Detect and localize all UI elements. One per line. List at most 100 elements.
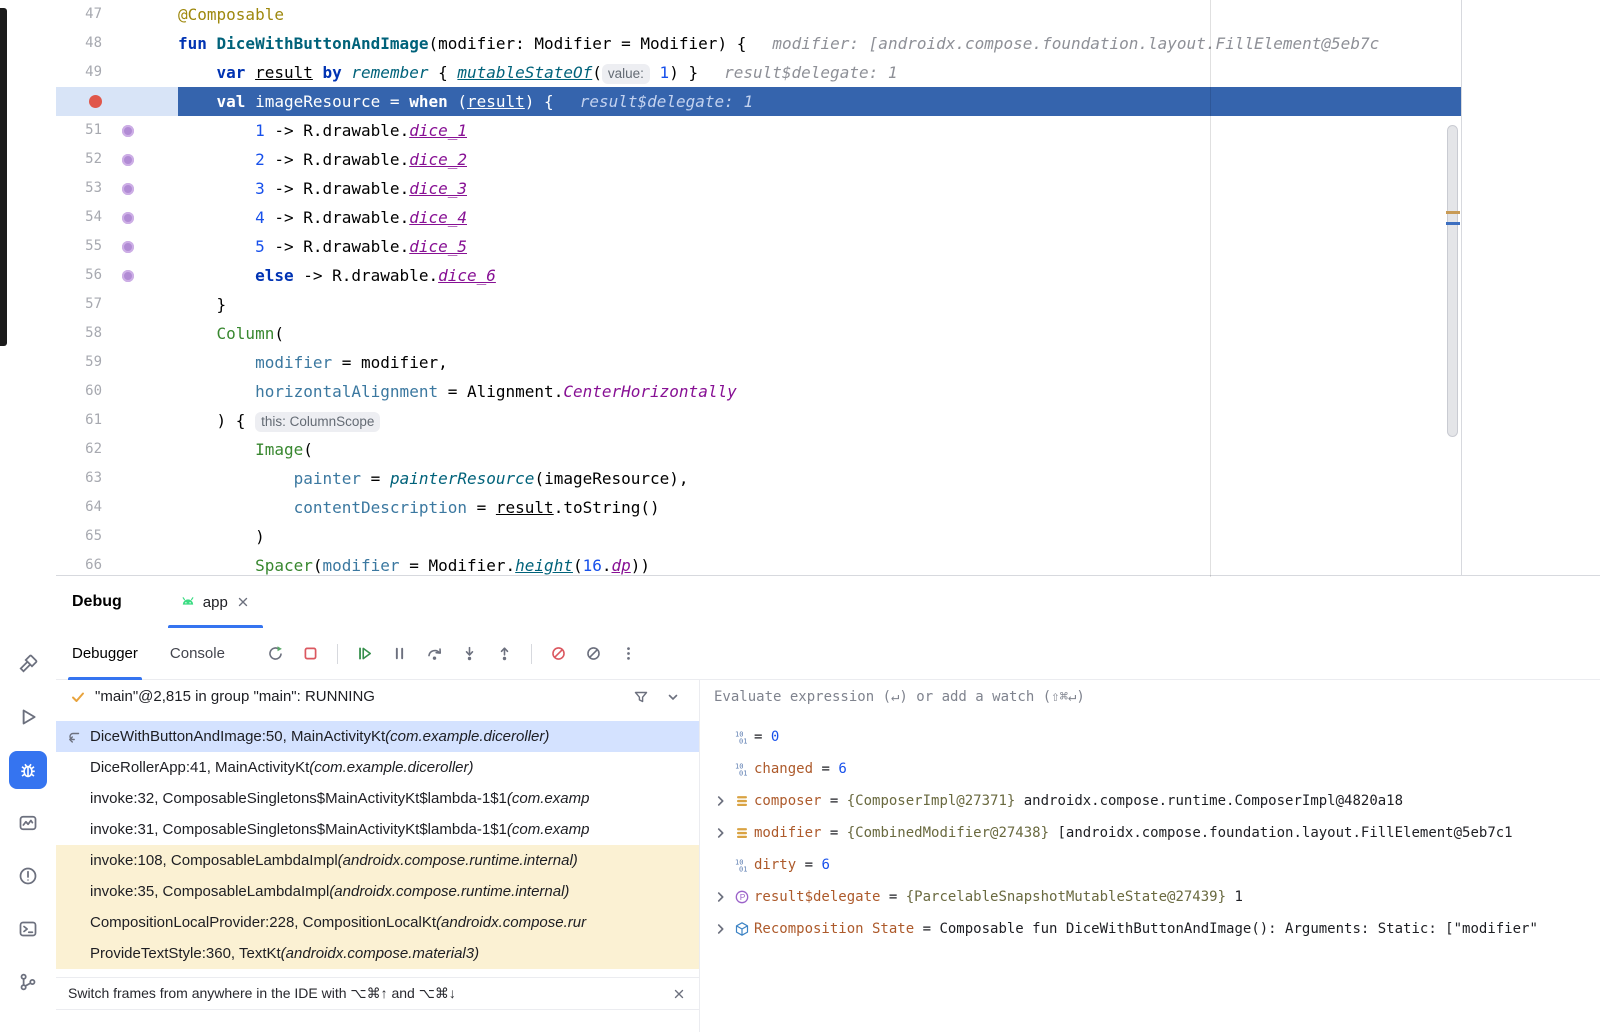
resume-icon (356, 645, 373, 662)
variable-row[interactable]: composer = {ComposerImpl@27371} androidx… (700, 785, 1600, 817)
line-number[interactable]: 66 (56, 551, 108, 577)
code-line[interactable]: 58 Column( (56, 319, 1461, 348)
line-number[interactable]: 53 (56, 174, 108, 203)
tab-debugger[interactable]: Debugger (56, 628, 154, 680)
line-number[interactable]: 65 (56, 522, 108, 551)
expand-chevron-icon[interactable] (712, 888, 730, 906)
code-line[interactable]: 63 painter = painterResource(imageResour… (56, 464, 1461, 493)
variable-row[interactable]: modifier = {CombinedModifier@27438} [and… (700, 817, 1600, 849)
editor-gutter: 61 (56, 406, 178, 435)
stack-frame[interactable]: invoke:32, ComposableSingletons$MainActi… (56, 783, 699, 814)
line-number[interactable]: 52 (56, 145, 108, 174)
variable-row[interactable]: 1001dirty = 6 (700, 849, 1600, 881)
stack-frame[interactable]: invoke:35, ComposableLambdaImpl (android… (56, 876, 699, 907)
rerun-button[interactable] (267, 645, 284, 662)
stack-frame[interactable]: ProvideTextStyle:360, TextKt (androidx.c… (56, 938, 699, 969)
stripe-button-problems[interactable] (9, 857, 47, 895)
code-line[interactable]: 64 contentDescription = result.toString(… (56, 493, 1461, 522)
code-line[interactable]: 57 } (56, 290, 1461, 319)
line-number[interactable] (56, 87, 108, 116)
frame-location: (androidx.compose.rur (436, 914, 586, 931)
code-line[interactable]: 51 1 -> R.drawable.dice_1 (56, 116, 1461, 145)
close-icon[interactable] (235, 594, 251, 610)
line-number[interactable]: 54 (56, 203, 108, 232)
stack-frame[interactable]: DiceRollerApp:41, MainActivityKt (com.ex… (56, 752, 699, 783)
line-number[interactable]: 57 (56, 290, 108, 319)
code-line[interactable]: 53 3 -> R.drawable.dice_3 (56, 174, 1461, 203)
mute-breakpoints-button[interactable] (585, 645, 602, 662)
profiler-icon (18, 813, 38, 833)
variable-row[interactable]: 1001= 0 (700, 721, 1600, 753)
stripe-button-debug[interactable] (9, 751, 47, 789)
code-editor[interactable]: 47@Composable48fun DiceWithButtonAndImag… (56, 0, 1462, 577)
editor-gutter: 57 (56, 290, 178, 319)
var-state-icon (734, 921, 750, 937)
variable-row[interactable]: Presult$delegate = {ParcelableSnapshotMu… (700, 881, 1600, 913)
stack-frame[interactable]: CompositionLocalProvider:228, Compositio… (56, 907, 699, 938)
variable-row[interactable]: Recomposition State = Composable fun Dic… (700, 913, 1600, 945)
line-number[interactable]: 64 (56, 493, 108, 522)
stripe-button-terminal[interactable] (9, 910, 47, 948)
pause-button[interactable] (391, 645, 408, 662)
code-line[interactable]: 66 Spacer(modifier = Modifier.height(16.… (56, 551, 1461, 577)
line-number[interactable]: 51 (56, 116, 108, 145)
stack-frame[interactable]: DiceWithButtonAndImage:50, MainActivityK… (56, 721, 699, 752)
code-line[interactable]: 49 var result by remember { mutableState… (56, 58, 1461, 87)
code-line[interactable]: 55 5 -> R.drawable.dice_5 (56, 232, 1461, 261)
tab-console[interactable]: Console (154, 628, 241, 680)
evaluate-expression-input[interactable]: Evaluate expression (↵) or add a watch (… (700, 680, 1600, 713)
stripe-button-profiler[interactable] (9, 804, 47, 842)
tool-window-stripe (0, 0, 56, 1032)
filter-icon[interactable] (633, 689, 649, 705)
line-number[interactable]: 60 (56, 377, 108, 406)
close-icon[interactable] (671, 986, 687, 1002)
breakpoint-icon[interactable] (89, 95, 102, 108)
editor-scrollbar-thumb[interactable] (1447, 125, 1458, 437)
code-line[interactable]: 61 ) { this: ColumnScope (56, 406, 1461, 435)
stack-frame[interactable]: invoke:31, ComposableSingletons$MainActi… (56, 814, 699, 845)
code-line[interactable]: 47@Composable (56, 0, 1461, 29)
code-line[interactable]: 52 2 -> R.drawable.dice_2 (56, 145, 1461, 174)
view-breakpoints-button[interactable] (550, 645, 567, 662)
step-over-button[interactable] (426, 645, 443, 662)
code-line[interactable]: 48fun DiceWithButtonAndImage(modifier: M… (56, 29, 1461, 58)
code-line[interactable]: 60 horizontalAlignment = Alignment.Cente… (56, 377, 1461, 406)
variable-row[interactable]: 1001changed = 6 (700, 753, 1600, 785)
line-number[interactable]: 48 (56, 29, 108, 58)
code-line[interactable]: 56 else -> R.drawable.dice_6 (56, 261, 1461, 290)
editor-gutter: 49 (56, 58, 178, 87)
code-line[interactable]: 65 ) (56, 522, 1461, 551)
code-line[interactable]: 62 Image( (56, 435, 1461, 464)
line-number[interactable]: 47 (56, 0, 108, 29)
line-number[interactable]: 61 (56, 406, 108, 435)
stripe-button-version-control[interactable] (9, 963, 47, 1001)
line-number[interactable]: 55 (56, 232, 108, 261)
stop-button[interactable] (302, 645, 319, 662)
resume-button[interactable] (356, 645, 373, 662)
stripe-button-build[interactable] (9, 645, 47, 683)
line-number[interactable]: 59 (56, 348, 108, 377)
rerun-icon (267, 645, 284, 662)
stack-frame[interactable]: invoke:108, ComposableLambdaImpl (androi… (56, 845, 699, 876)
step-into-button[interactable] (461, 645, 478, 662)
line-number[interactable]: 49 (56, 58, 108, 87)
code-line[interactable]: 59 modifier = modifier, (56, 348, 1461, 377)
line-number[interactable]: 58 (56, 319, 108, 348)
stripe-button-run[interactable] (9, 698, 47, 736)
debugger-panes: "main"@2,815 in group "main": RUNNING Di… (56, 680, 1600, 1032)
line-number[interactable]: 63 (56, 464, 108, 493)
frames-hint-text: Switch frames from anywhere in the IDE w… (68, 985, 456, 1002)
line-number[interactable]: 56 (56, 261, 108, 290)
editor-lines: 47@Composable48fun DiceWithButtonAndImag… (56, 0, 1461, 577)
editor-gutter (56, 87, 178, 116)
chevron-down-icon[interactable] (665, 689, 681, 705)
code-line[interactable]: val imageResource = when (result) {resul… (56, 87, 1461, 116)
expand-chevron-icon[interactable] (712, 792, 730, 810)
debug-session-tab-app[interactable]: app (168, 576, 263, 628)
expand-chevron-icon[interactable] (712, 920, 730, 938)
code-line[interactable]: 54 4 -> R.drawable.dice_4 (56, 203, 1461, 232)
line-number[interactable]: 62 (56, 435, 108, 464)
expand-chevron-icon[interactable] (712, 824, 730, 842)
step-out-button[interactable] (496, 645, 513, 662)
more-button[interactable] (620, 645, 637, 662)
